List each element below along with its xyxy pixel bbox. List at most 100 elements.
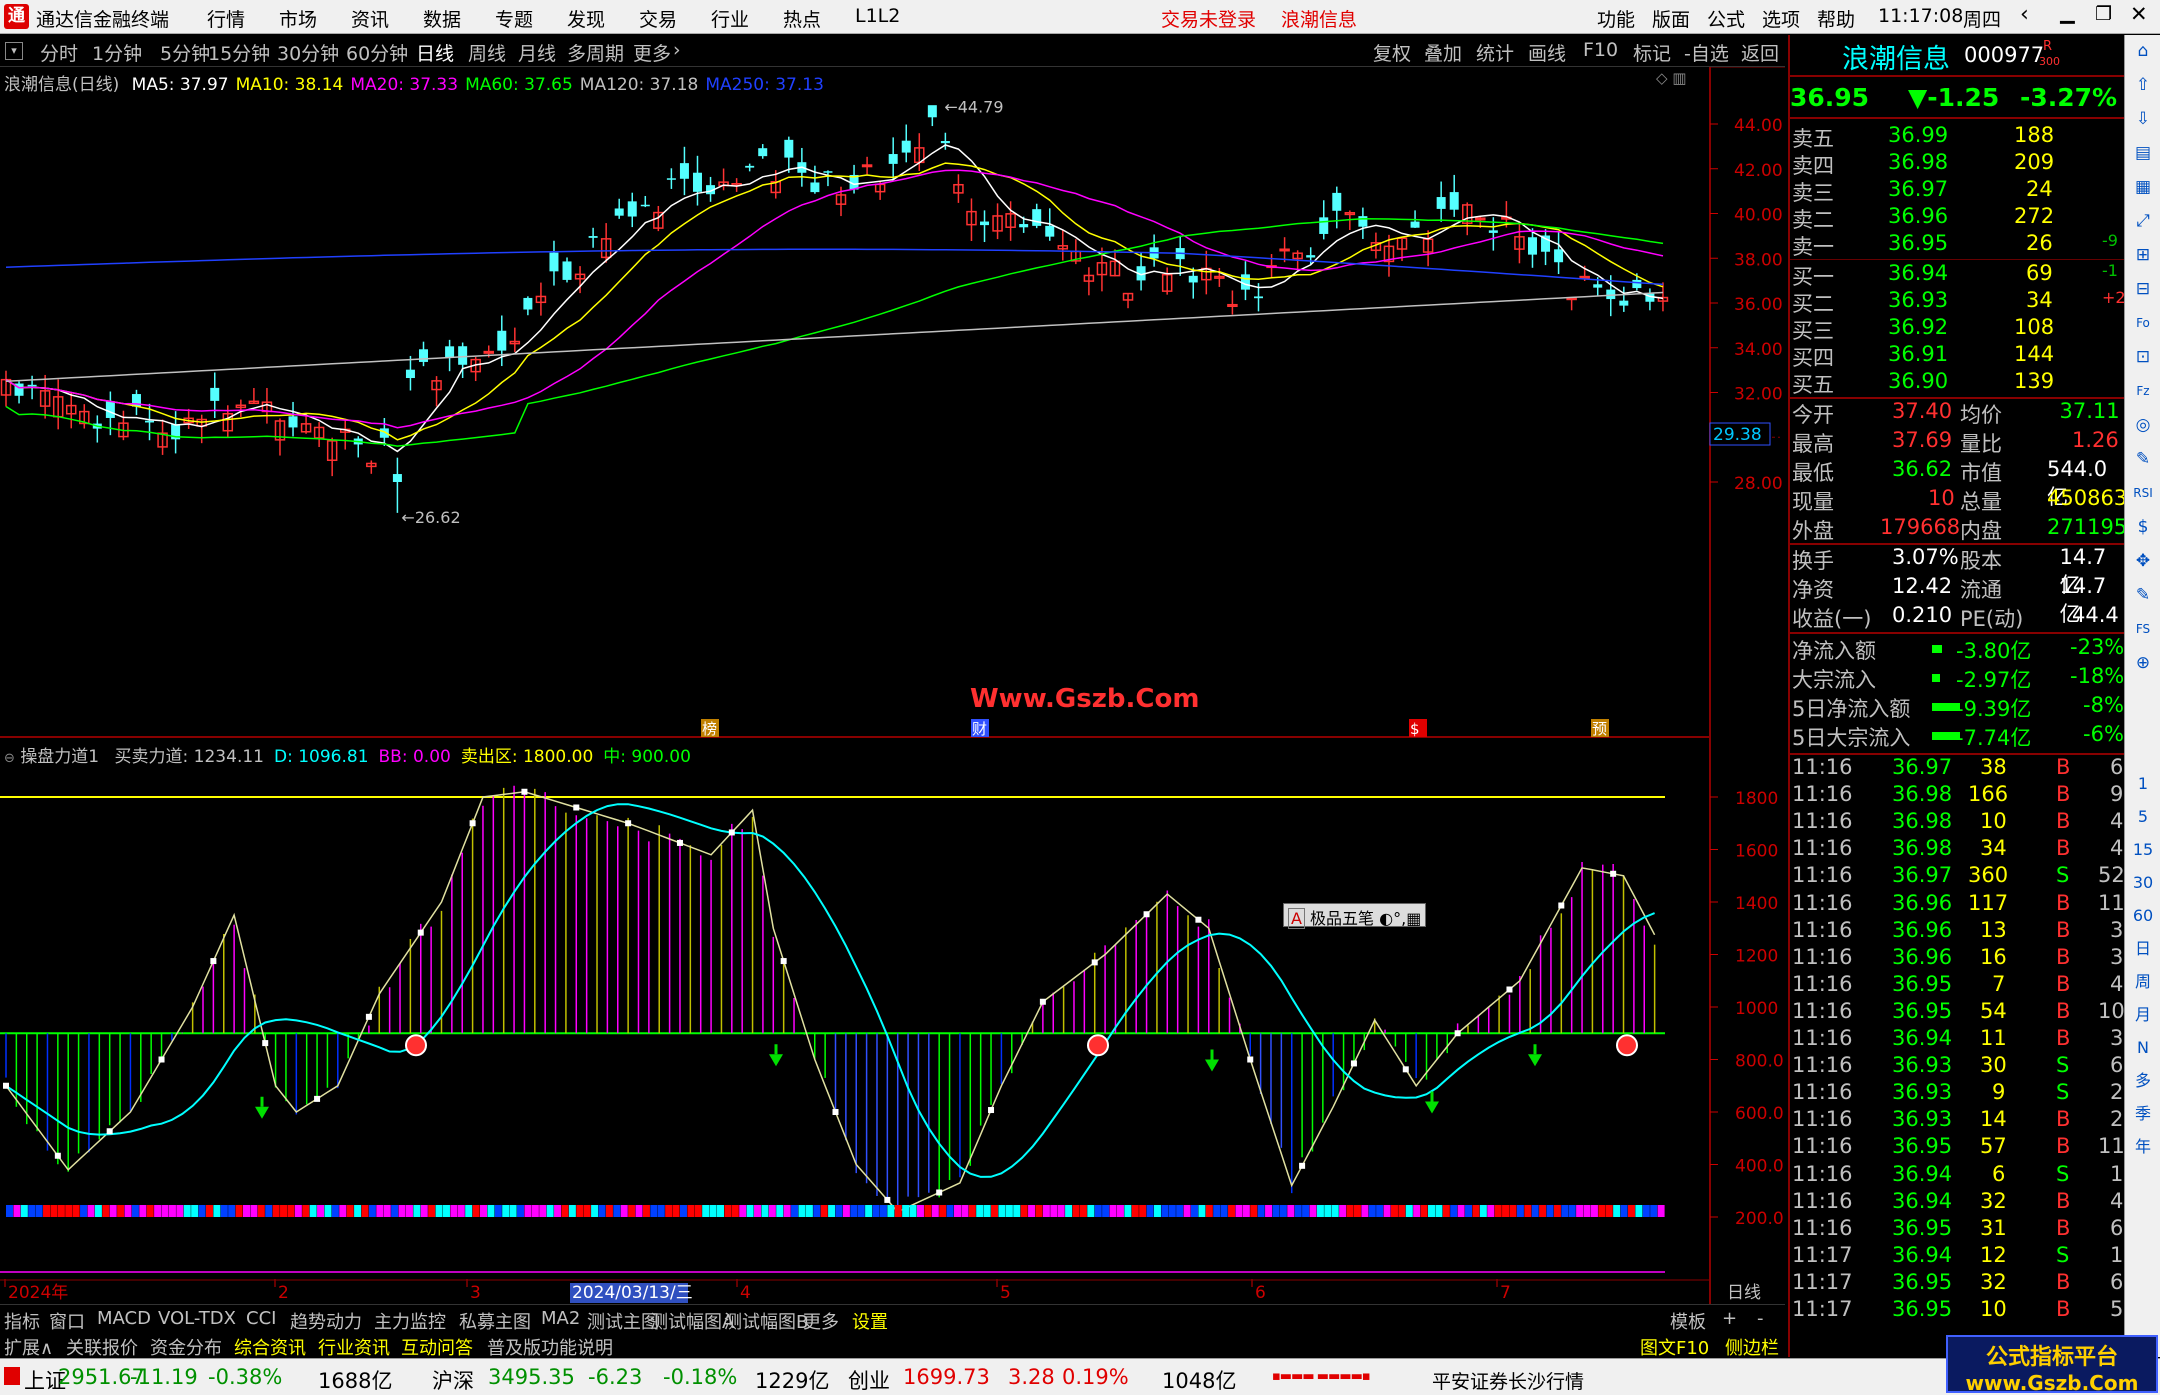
menu-hangye[interactable]: 行业 [711,5,749,32]
sidebar-tool-icon[interactable]: Fo [2131,311,2155,335]
btn-huaxian[interactable]: 画线 [1528,39,1566,66]
period-multi[interactable]: 多周期 [567,39,624,66]
sidebar-tool-icon[interactable]: ✥ [2131,549,2155,573]
extension-tab[interactable]: 互动问答 [401,1334,473,1360]
price-plot[interactable]: 44.00 42.00 40.00 38.00 36.00 34.00 32.00 28.00… [0,67,1785,1304]
minimize-icon[interactable]: ▁ [2060,2,2075,24]
sidebar-tool-icon[interactable]: ⇧ [2131,73,2155,97]
sidebar-period-4[interactable]: 60 [2131,904,2155,928]
sidebar-period-7[interactable]: 月 [2131,1003,2155,1027]
menu-shuju[interactable]: 数据 [423,5,461,32]
sidebar-tool-icon[interactable]: ✎ [2131,447,2155,471]
menu-xuanxiang[interactable]: 选项 [1762,5,1800,32]
menu-banmian[interactable]: 版面 [1652,5,1690,32]
side-tab[interactable]: 图文F10 [1640,1334,1709,1360]
sidebar-tool-icon[interactable]: ▤ [2131,141,2155,165]
extension-tab[interactable]: 普及版功能说明 [487,1334,613,1360]
sidebar-tool-icon[interactable]: ⊡ [2131,345,2155,369]
period-fenshi[interactable]: 分时 [40,39,78,66]
menu-shichang[interactable]: 市场 [279,5,317,32]
restore-icon[interactable]: ❐ [2095,3,2112,25]
menu-zixun[interactable]: 资讯 [351,5,389,32]
ime-toolbar[interactable]: A 极品五笔 ◐°,▦ [1283,903,1427,929]
sidebar-tool-icon[interactable]: Fz [2131,379,2155,403]
indicator-tab[interactable]: VOL-TDX [158,1308,236,1329]
extension-tab[interactable]: 资金分布 [150,1334,222,1360]
menu-gongneng[interactable]: 功能 [1597,5,1635,32]
sidebar-period-10[interactable]: 季 [2131,1102,2155,1126]
period-monthly[interactable]: 月线 [518,39,556,66]
sidebar-tool-icon[interactable]: ◎ [2131,413,2155,437]
period-daily[interactable]: 日线 [416,39,454,66]
chart-options-icon[interactable]: ◇ ▥ [1656,69,1686,87]
sidebar-period-8[interactable]: N [2131,1036,2155,1060]
sidebar-tool-icon[interactable]: ⤢ [2131,209,2155,233]
sidebar-tool-icon[interactable]: ⊕ [2131,651,2155,675]
strip-cell [546,1205,554,1217]
period-1min[interactable]: 1分钟 [92,39,142,66]
indicator-plot[interactable]: 1800 1600 1400 1200 1000 800.0 600.0 400.0 200.0… [0,785,1784,1303]
indicator-tab[interactable]: MA2 [541,1308,580,1329]
menu-bangzhu[interactable]: 帮助 [1817,5,1855,32]
menu-jiaoyi[interactable]: 交易 [639,5,677,32]
sidebar-tool-icon[interactable]: ✎ [2131,583,2155,607]
extension-tab[interactable]: 关联报价 [66,1334,138,1360]
menu-hangqing[interactable]: 行情 [207,5,245,32]
btn-biaoji[interactable]: 标记 [1633,39,1671,66]
menu-zhuanti[interactable]: 专题 [495,5,533,32]
index-name[interactable]: 沪深 [432,1365,474,1395]
side-tab[interactable]: 侧边栏《 [1725,1334,1797,1360]
indicator-tab[interactable]: MACD [97,1308,151,1329]
ime-a-icon[interactable]: A [1288,908,1305,929]
period-more[interactable]: 更多 [633,39,671,66]
sidebar-tool-icon[interactable]: ⌂ [2131,39,2155,63]
sidebar-tool-icon[interactable]: FS [2131,617,2155,641]
sidebar-period-3[interactable]: 30 [2131,871,2155,895]
sidebar-period-9[interactable]: 多 [2131,1069,2155,1093]
sidebar-tool-icon[interactable]: ▦ [2131,175,2155,199]
period-60min[interactable]: 60分钟 [346,39,408,66]
menu-redian[interactable]: 热点 [783,5,821,32]
extension-tab[interactable]: 扩展∧ [4,1334,53,1360]
period-15min[interactable]: 15分钟 [208,39,270,66]
moon-icon[interactable]: ◐ [1379,909,1393,928]
btn-diejia[interactable]: 叠加 [1424,39,1462,66]
period-30min[interactable]: 30分钟 [277,39,339,66]
extension-tab[interactable]: 行业资讯 [318,1334,390,1360]
sidebar-tool-icon[interactable]: $ [2131,515,2155,539]
btn-tongji[interactable]: 统计 [1476,39,1514,66]
sidebar-period-1[interactable]: 5 [2131,805,2155,829]
sidebar-period-0[interactable]: 1 [2131,772,2155,796]
dot-icon[interactable]: °, [1393,909,1406,928]
sidebar-period-5[interactable]: 日 [2131,937,2155,961]
sidebar-tool-icon[interactable]: ⊟ [2131,277,2155,301]
collapse-icon[interactable]: ▾ [5,42,23,60]
btn-fanhui[interactable]: 返回 [1741,39,1779,66]
trade-login-status[interactable]: 交易未登录 [1161,5,1256,32]
btn-fuquan[interactable]: 复权 [1373,39,1411,66]
menu-gongshi[interactable]: 公式 [1707,5,1745,32]
menu-faxian[interactable]: 发现 [567,5,605,32]
template-tab[interactable]: + [1722,1308,1737,1329]
extension-tab[interactable]: 综合资讯 [234,1334,306,1360]
kline-chart-area[interactable]: 44.00 42.00 40.00 38.00 36.00 34.00 32.00 28.00… [0,67,1785,1304]
template-tab[interactable]: - [1757,1308,1764,1329]
period-5min[interactable]: 5分钟 [160,39,210,66]
indicator-tab[interactable]: CCI [246,1308,276,1329]
keyboard-icon[interactable]: ▦ [1406,909,1421,928]
sidebar-tool-icon[interactable]: ⊞ [2131,243,2155,267]
sidebar-period-6[interactable]: 周 [2131,970,2155,994]
sidebar-period-11[interactable]: 年 [2131,1135,2155,1159]
back-icon[interactable]: ‹ [2020,2,2029,27]
btn-f10[interactable]: F10 [1583,39,1618,61]
sidebar-tool-icon[interactable]: RSI [2131,481,2155,505]
collapse-icon[interactable]: ⊖ [4,751,15,766]
close-icon[interactable]: ✕ [2130,2,2148,26]
indicator-title[interactable]: 操盘力道1 [20,747,99,767]
sidebar-tool-icon[interactable]: ⇩ [2131,107,2155,131]
sidebar-period-2[interactable]: 15 [2131,838,2155,862]
period-weekly[interactable]: 周线 [468,39,506,66]
index-name[interactable]: 创业 [848,1365,890,1395]
menu-l1l2[interactable]: L1L2 [855,5,900,27]
btn-zixuan[interactable]: -自选 [1684,39,1729,66]
